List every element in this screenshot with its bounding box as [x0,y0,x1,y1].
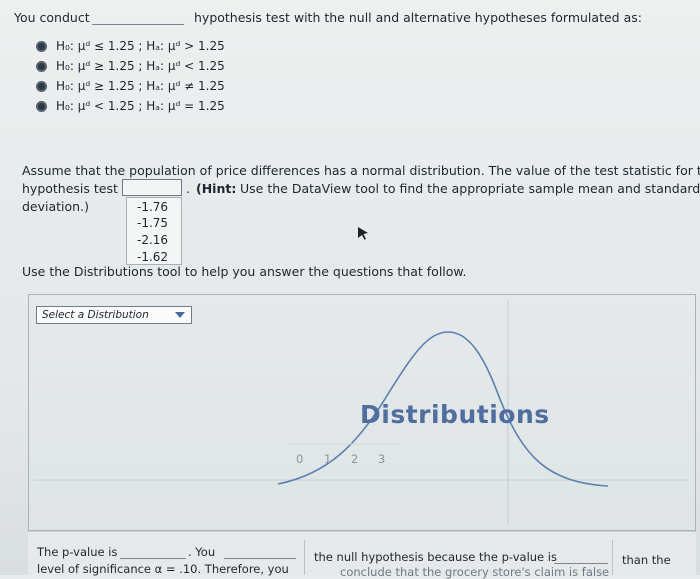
hint-text: Use the DataView tool to find the approp… [240,181,700,196]
test-statistic-line1: Assume that the population of price diff… [22,163,700,178]
pvalue-input[interactable] [120,544,186,559]
conclusion-text: conclude that the grocery store's claim … [340,565,610,579]
column-divider [612,540,613,575]
sentence-dot: . [186,181,190,196]
test-statistic-line2: hypothesis test is [22,181,132,196]
option-label: H₀: μᵈ < 1.25 ; Hₐ: μᵈ = 1.25 [56,99,225,113]
option-item[interactable]: -2.16 [137,233,168,247]
distributions-title: Distributions [360,400,550,429]
pvalue-label: The p-value is [37,545,118,559]
option-item[interactable]: -1.76 [137,200,168,214]
test-statistic-line3: deviation.) [22,199,89,214]
page: You conduct hypothesis test with the nul… [0,0,700,579]
distributions-note: Use the Distributions tool to help you a… [22,264,467,279]
radio-icon[interactable] [36,40,47,52]
column-divider [304,540,305,575]
option-label: H₀: μᵈ ≤ 1.25 ; Hₐ: μᵈ > 1.25 [56,39,225,53]
than-the-text: than the [622,553,671,567]
option-label: H₀: μᵈ ≥ 1.25 ; Hₐ: μᵈ < 1.25 [56,59,225,73]
hint-label: (Hint: [196,181,237,196]
option-item[interactable]: -1.75 [137,216,168,230]
you-text: . You [188,545,216,559]
hypothesis-option-2[interactable]: H₀: μᵈ ≥ 1.25 ; Hₐ: μᵈ < 1.25 [36,57,225,75]
test-statistic-dropdown[interactable] [122,179,182,196]
axis-tick: 1 [324,452,332,466]
hypothesis-option-1[interactable]: H₀: μᵈ ≤ 1.25 ; Hₐ: μᵈ > 1.25 [36,37,225,55]
axis-tick: 2 [351,452,359,466]
axis-tick: 3 [378,452,386,466]
test-statistic-options[interactable]: -1.76 -1.75 -2.16 -1.62 [126,197,182,265]
question-suffix: hypothesis test with the null and altern… [194,10,642,25]
axis-tick: 0 [296,452,304,466]
hypothesis-option-4[interactable]: H₀: μᵈ < 1.25 ; Hₐ: μᵈ = 1.25 [36,97,225,115]
test-type-dropdown[interactable] [92,10,184,25]
cursor-arrow-icon [358,227,368,240]
question-prefix: You conduct [14,10,90,25]
decision-dropdown[interactable] [224,544,296,559]
comparison-dropdown[interactable] [554,549,608,564]
option-label: H₀: μᵈ ≥ 1.25 ; Hₐ: μᵈ ≠ 1.25 [56,79,225,93]
radio-icon[interactable] [36,60,47,72]
significance-text: level of significance α = .10. Therefore… [37,562,289,576]
option-item[interactable]: -1.62 [137,250,168,264]
radio-icon[interactable] [36,80,47,92]
radio-icon[interactable] [36,100,47,112]
hypothesis-option-3[interactable]: H₀: μᵈ ≥ 1.25 ; Hₐ: μᵈ ≠ 1.25 [36,77,225,95]
null-hypothesis-text: the null hypothesis because the p-value … [314,550,557,564]
